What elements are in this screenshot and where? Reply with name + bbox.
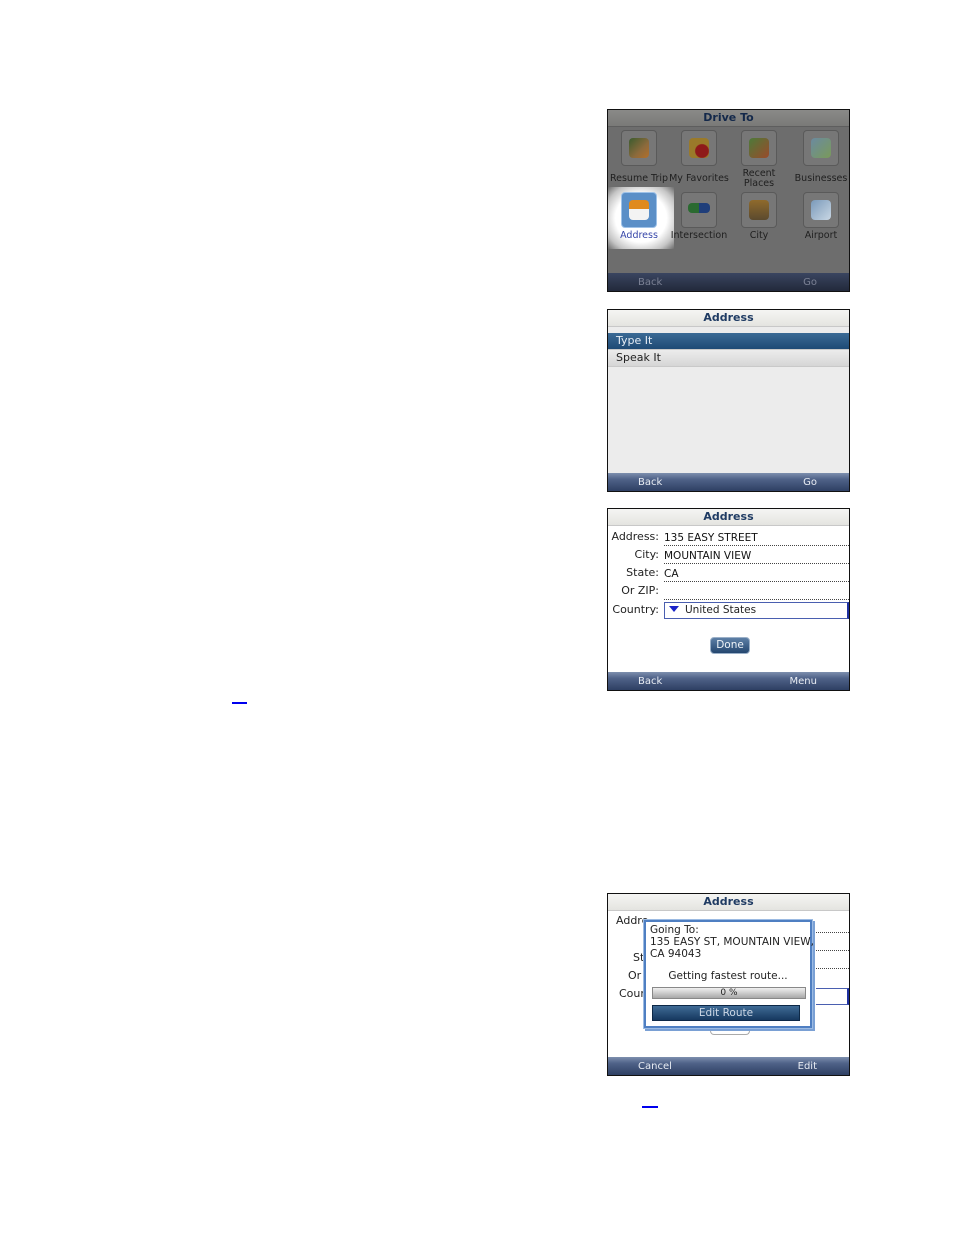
background-label: Cour xyxy=(619,987,645,1000)
intersection-sign-icon xyxy=(681,192,717,228)
menu-softkey[interactable]: Menu xyxy=(790,676,817,687)
softkey-bar: Back Go xyxy=(608,473,849,491)
address-menu-screen: Address Type It Speak It Back Go xyxy=(607,309,850,492)
grid-item-label: City xyxy=(749,230,769,241)
city-field[interactable]: MOUNTAIN VIEW xyxy=(664,549,849,564)
route-status: Getting fastest route... xyxy=(668,970,788,982)
edit-route-button[interactable]: Edit Route xyxy=(652,1005,800,1021)
city-label: City: xyxy=(634,548,659,561)
background-label: Or xyxy=(628,969,642,982)
address-form-screen: Address Address: 135 EASY STREET City: M… xyxy=(607,508,850,691)
state-field[interactable]: CA xyxy=(664,567,849,582)
screen-title: Drive To xyxy=(608,110,849,127)
grid-item-intersection[interactable]: Intersection xyxy=(668,192,730,241)
going-to-label: Going To: xyxy=(650,924,699,936)
dropdown-arrow-icon xyxy=(669,606,679,612)
destination-line-2: CA 94043 xyxy=(650,948,702,960)
grid-item-city[interactable]: City xyxy=(728,192,790,241)
grid-item-label: Resume Trip xyxy=(609,173,669,184)
route-progress-bar: 0 % xyxy=(652,987,806,999)
menu-item-speak-it[interactable]: Speak It xyxy=(608,350,849,367)
screen-title: Address xyxy=(608,509,849,526)
field-underline xyxy=(816,932,849,933)
grid-item-airport[interactable]: Airport xyxy=(790,192,849,241)
back-softkey[interactable]: Back xyxy=(638,277,662,288)
country-row: Country: United States xyxy=(608,601,849,619)
back-softkey[interactable]: Back xyxy=(638,676,662,687)
city-row: City: MOUNTAIN VIEW xyxy=(608,546,849,564)
grid-item-recent-places[interactable]: Recent Places xyxy=(728,130,790,189)
go-softkey[interactable]: Go xyxy=(803,277,817,288)
grid-item-resume-trip[interactable]: Resume Trip xyxy=(608,130,670,184)
go-softkey[interactable]: Go xyxy=(803,477,817,488)
airplane-icon xyxy=(803,192,839,228)
grid-item-label: Airport xyxy=(804,230,838,241)
grid-item-label: Businesses xyxy=(794,173,848,184)
edit-softkey[interactable]: Edit xyxy=(798,1061,817,1072)
favorites-folder-icon xyxy=(681,130,717,166)
grid-item-label: My Favorites xyxy=(669,173,729,184)
country-dropdown xyxy=(816,988,849,1005)
screen-title: Address xyxy=(608,894,849,911)
softkey-bar: Back Menu xyxy=(608,672,849,690)
zip-row: Or ZIP: xyxy=(608,582,849,600)
resume-trip-icon xyxy=(621,130,657,166)
screen-title: Address xyxy=(608,310,849,327)
softkey-bar: Cancel Edit xyxy=(608,1057,849,1075)
zip-label: Or ZIP: xyxy=(621,584,659,597)
zip-field[interactable] xyxy=(664,585,849,600)
grid-item-my-favorites[interactable]: My Favorites xyxy=(668,130,730,184)
country-label: Country: xyxy=(612,603,659,616)
cancel-softkey[interactable]: Cancel xyxy=(638,1061,672,1072)
field-underline xyxy=(816,968,849,969)
destination-line-1: 135 EASY ST, MOUNTAIN VIEW, xyxy=(650,936,814,948)
grid-item-businesses[interactable]: Businesses xyxy=(790,130,849,184)
grid-item-label: Address xyxy=(620,230,658,241)
country-value: United States xyxy=(685,604,757,616)
field-underline xyxy=(816,950,849,951)
footnote-link[interactable] xyxy=(642,1106,658,1108)
routing-dialog: Going To: 135 EASY ST, MOUNTAIN VIEW, CA… xyxy=(644,920,814,1028)
grid-item-label: Intersection xyxy=(670,230,728,241)
background-label: St xyxy=(633,951,645,964)
grid-item-label: Recent Places xyxy=(742,168,776,189)
back-softkey[interactable]: Back xyxy=(638,477,662,488)
recent-places-icon xyxy=(741,130,777,166)
state-row: State: CA xyxy=(608,564,849,582)
house-icon xyxy=(621,192,657,228)
done-button[interactable]: Done xyxy=(710,637,750,654)
state-label: State: xyxy=(626,566,659,579)
businesses-icon xyxy=(803,130,839,166)
address-field[interactable]: 135 EASY STREET xyxy=(664,531,849,546)
routing-screen: Address Addre St Or Cour Going To: 135 E… xyxy=(607,893,850,1076)
softkey-bar: Back Go xyxy=(608,273,849,291)
grid-item-address[interactable]: Address xyxy=(608,192,670,241)
footnote-link[interactable] xyxy=(232,702,247,704)
country-dropdown[interactable]: United States xyxy=(664,602,849,619)
menu-item-type-it[interactable]: Type It xyxy=(608,333,849,350)
address-label: Address: xyxy=(611,530,659,543)
drive-to-screen: Drive To Resume Trip My Favorites Recent… xyxy=(607,109,850,292)
city-building-icon xyxy=(741,192,777,228)
address-row: Address: 135 EASY STREET xyxy=(608,528,849,546)
